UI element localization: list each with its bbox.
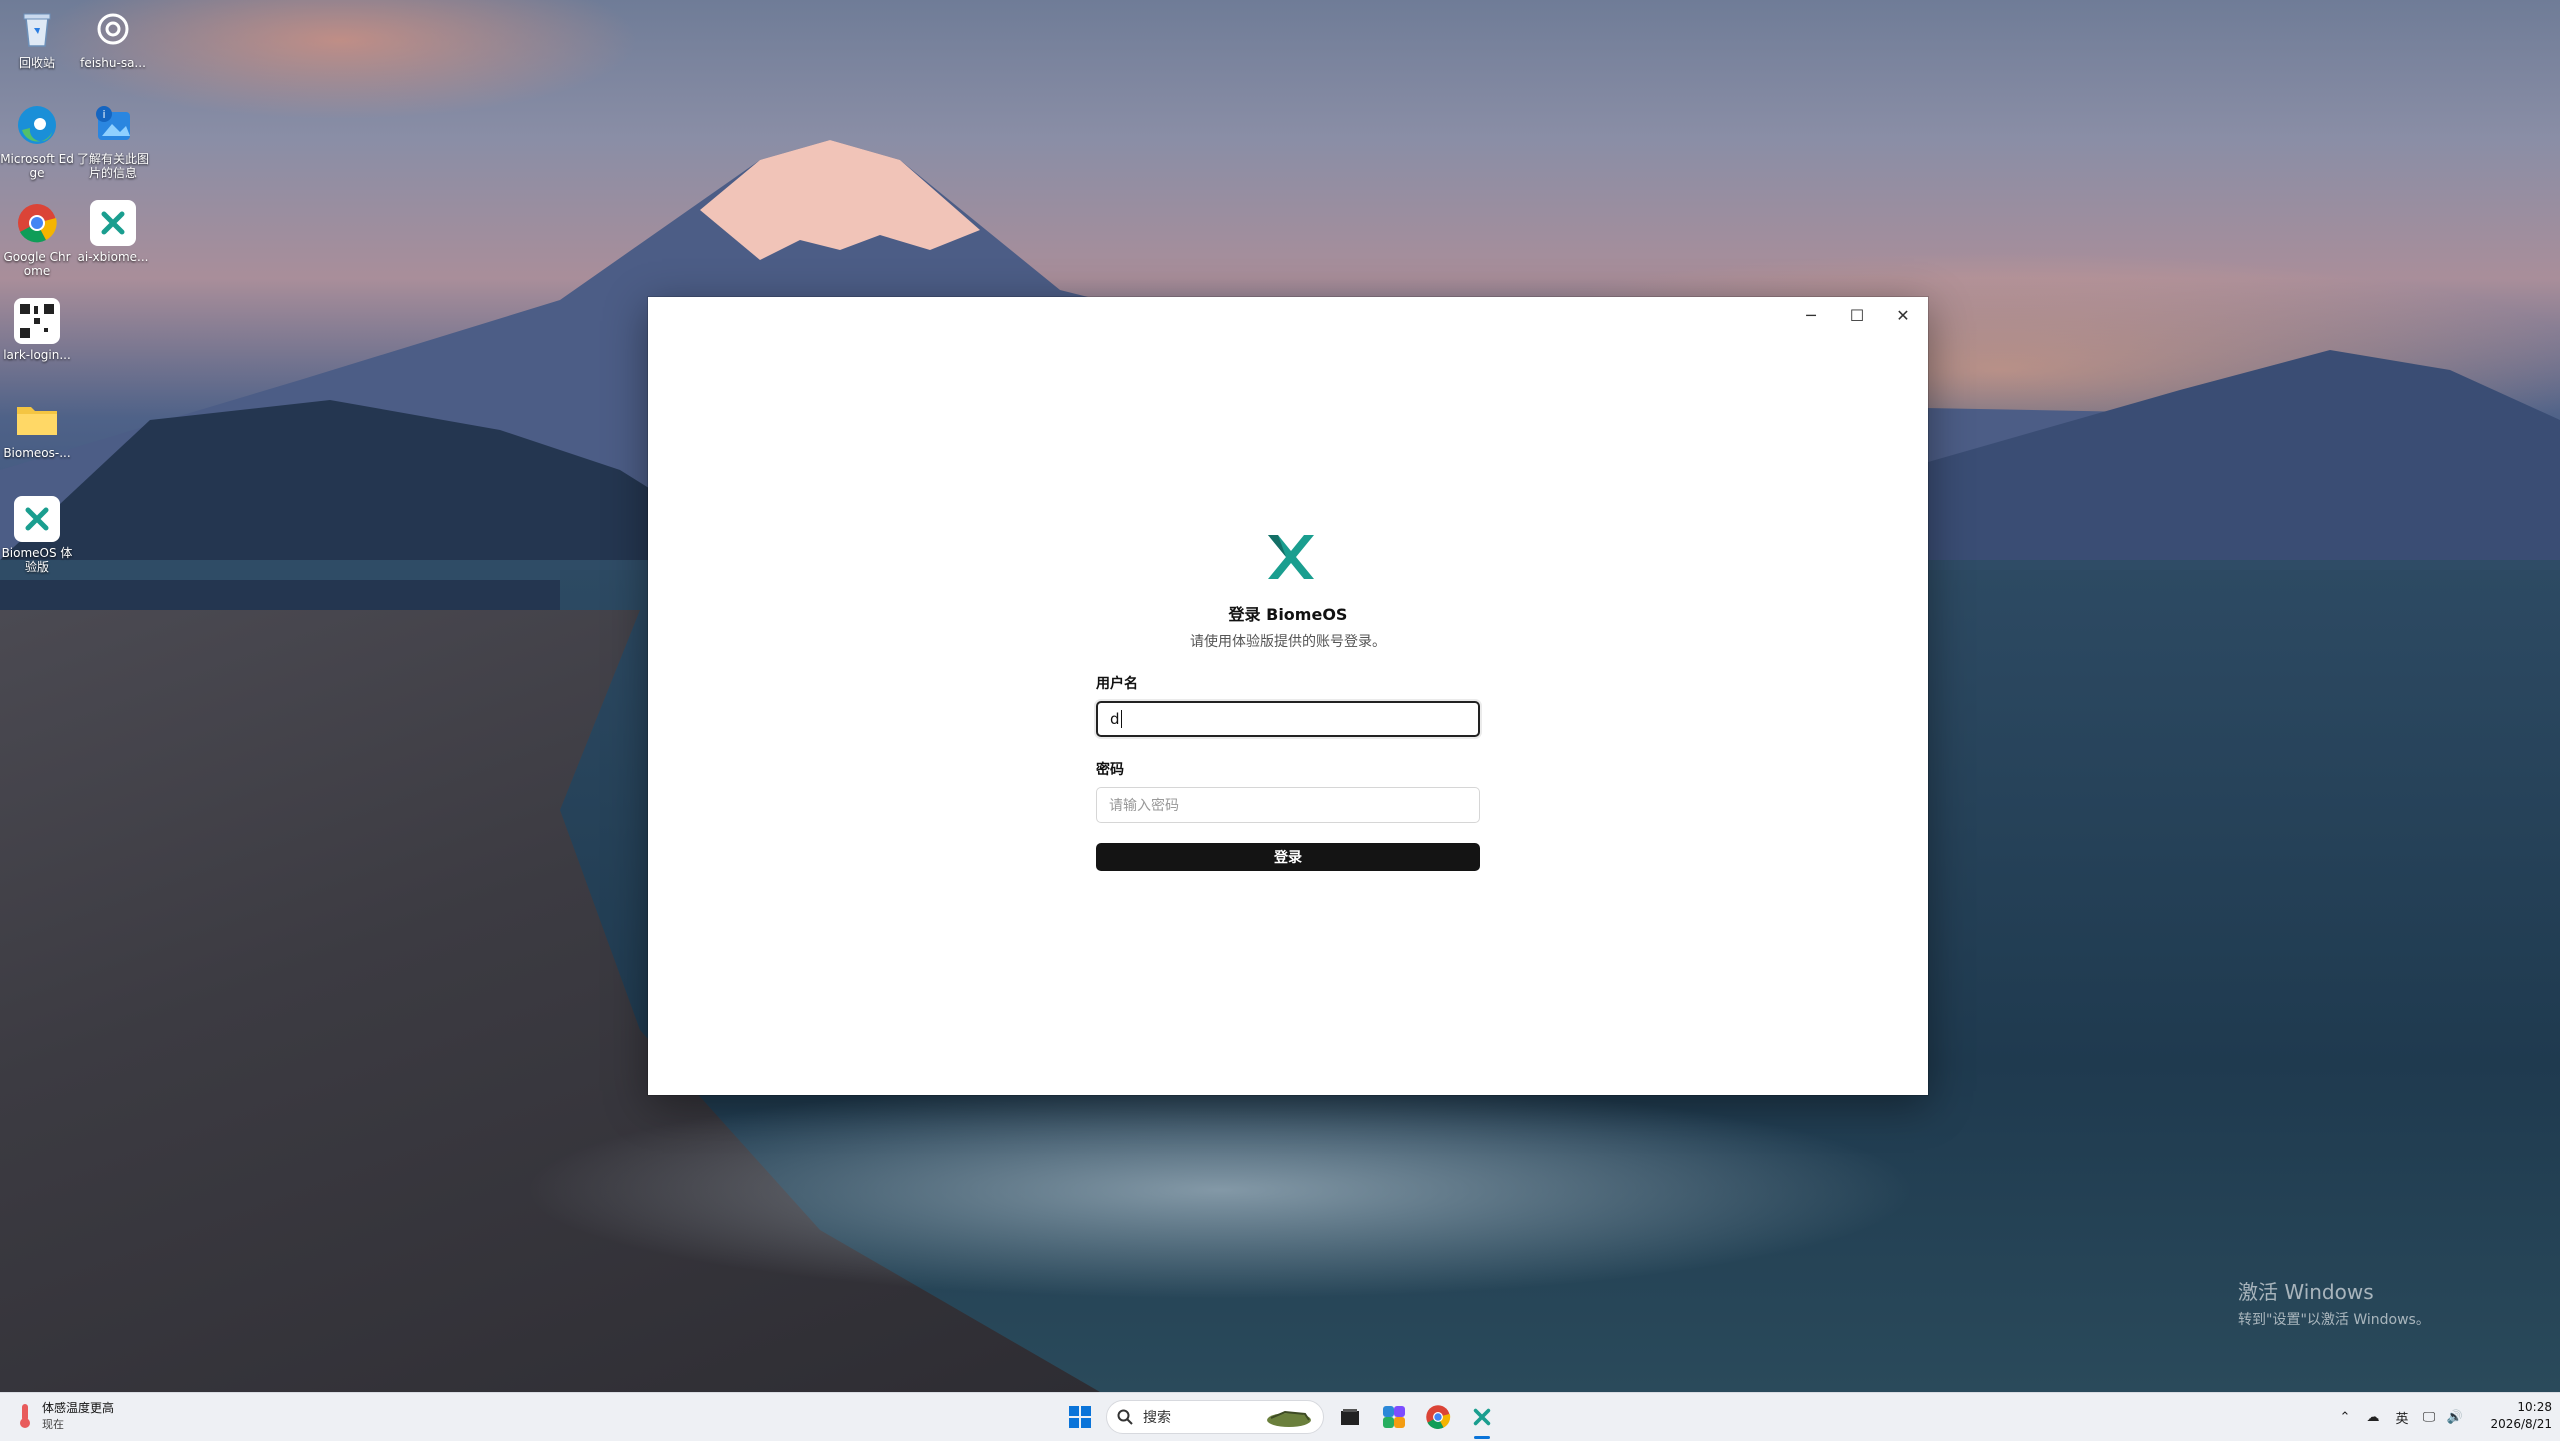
x-logo-icon [90,200,136,246]
desktop-icon-image-info[interactable]: i 了解有关此图片的信息 [76,102,150,180]
desktop-icon-chrome[interactable]: Google Chrome [0,200,74,278]
x-logo-icon [1473,1408,1491,1426]
taskbar: 体感温度更高 现在 搜索 ⌃ ☁ 英 🖵 🔊 10:28 2026/8/21 [0,1392,2560,1441]
weather-line1: 体感温度更高 [42,1401,115,1415]
windows-icon [1069,1406,1091,1428]
desktop-icon-edge[interactable]: Microsoft Edge [0,102,74,180]
watermark-title: 激活 Windows [2238,1280,2374,1304]
activate-windows-watermark: 激活 Windows 转到"设置"以激活 Windows。 [2238,1276,2430,1329]
openai-icon [90,6,136,52]
desktop-icon-biomeos[interactable]: BiomeOS 体验版 [0,496,74,574]
minimize-button[interactable]: ─ [1788,297,1834,333]
biomeos-logo-icon [1258,527,1318,587]
login-form: 登录 BiomeOS 请使用体验版提供的账号登录。 用户名 d 密码 请输入密码… [1096,527,1480,871]
desktop-icon-label: Google Chrome [3,250,71,278]
login-button[interactable]: 登录 [1096,843,1480,871]
desktop-icon-ai-xbiome[interactable]: ai-xbiome... [76,200,150,264]
edge-icon [14,102,60,148]
password-label: 密码 [1096,762,1124,778]
show-hidden-icons-chevron-up-icon[interactable]: ⌃ [2332,1410,2358,1425]
username-input[interactable]: d [1096,701,1480,737]
desktop-icon-label: 了解有关此图片的信息 [76,152,149,180]
desktop-icon-label: Microsoft Edge [0,152,74,180]
username-label: 用户名 [1096,676,1138,692]
start-button[interactable] [1060,1393,1100,1441]
network-icon[interactable]: 🖵 [2416,1410,2442,1425]
clock-date: 2026/8/21 [2490,1417,2552,1431]
search-icon [1117,1409,1133,1425]
password-placeholder: 请输入密码 [1109,798,1179,814]
watermark-subtitle: 转到"设置"以激活 Windows。 [2238,1312,2430,1328]
username-value: d [1110,710,1120,728]
qr-code-icon [14,298,60,344]
login-window: ─ ☐ ✕ 登录 BiomeOS 请使用体验版提供的账号登录。 用户名 d 密码… [648,297,1928,1095]
taskbar-clock[interactable]: 10:28 2026/8/21 [2480,1399,2552,1433]
close-button[interactable]: ✕ [1880,297,1926,333]
copilot-icon [1383,1406,1405,1428]
taskbar-copilot[interactable] [1374,1393,1414,1441]
desktop-icon-biomeos-folder[interactable]: Biomeos-... [0,396,74,460]
info-icon: i [90,102,136,148]
password-input[interactable]: 请输入密码 [1096,787,1480,823]
minimize-icon: ─ [1806,305,1816,325]
ime-indicator[interactable]: 英 [2388,1408,2416,1427]
surf [520,1080,1920,1300]
chrome-icon [14,200,60,246]
system-tray: ⌃ ☁ 英 🖵 🔊 [2332,1393,2468,1441]
chrome-icon [1426,1405,1451,1429]
login-title: 登录 BiomeOS [1228,605,1348,624]
clock-time: 10:28 [2517,1400,2552,1414]
folder-icon [14,396,60,442]
desktop-icon-label: BiomeOS 体验版 [1,546,73,574]
thermometer-icon [20,1403,30,1428]
taskbar-file-explorer[interactable] [1330,1393,1370,1441]
text-caret [1120,710,1122,728]
x-logo-icon [14,496,60,542]
svg-text:i: i [102,108,105,121]
desktop-icon-lark-login[interactable]: lark-login... [0,298,74,362]
taskbar-search[interactable]: 搜索 [1106,1400,1324,1434]
desktop-icon-label: Biomeos-... [3,446,71,460]
taskbar-chrome[interactable] [1418,1393,1458,1441]
search-highlight-icon [1267,1410,1311,1427]
login-subtitle: 请使用体验版提供的账号登录。 [1190,634,1386,650]
desktop-icon-label: feishu-sa... [80,56,146,70]
maximize-button[interactable]: ☐ [1834,297,1880,333]
cloud-off-icon[interactable]: ☁ [2358,1410,2388,1425]
weather-widget[interactable]: 体感温度更高 现在 [14,1399,114,1432]
recycle-bin-icon [14,6,60,52]
taskbar-biomeos[interactable] [1462,1393,1502,1441]
desktop-icon-label: lark-login... [3,348,71,362]
weather-line2: 现在 [42,1418,64,1431]
active-app-indicator [1474,1436,1490,1439]
desktop-icon-label: ai-xbiome... [77,250,149,264]
desktop-icon-feishu[interactable]: feishu-sa... [76,6,150,70]
close-icon: ✕ [1896,305,1910,325]
search-placeholder: 搜索 [1143,1410,1171,1426]
volume-icon[interactable]: 🔊 [2442,1410,2468,1425]
desktop-icon-label: 回收站 [18,56,55,70]
maximize-icon: ☐ [1849,305,1865,325]
desktop-icon-recycle-bin[interactable]: 回收站 [0,6,74,70]
task-view-icon [1341,1409,1359,1425]
